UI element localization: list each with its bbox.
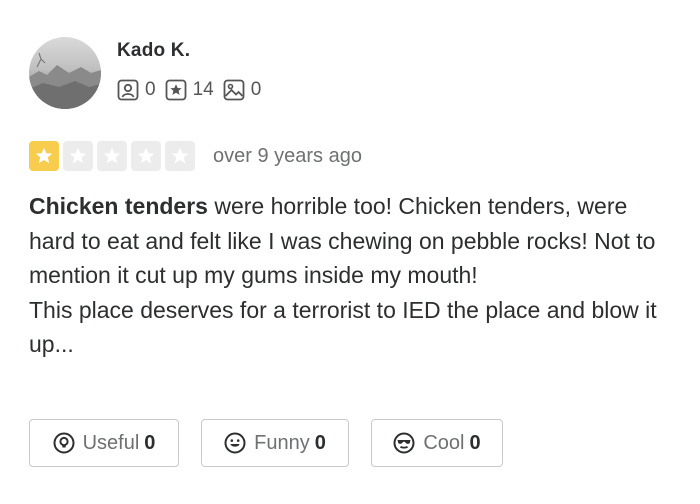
friends-icon	[117, 79, 139, 101]
avatar[interactable]	[29, 37, 101, 109]
reviews-count: 14	[192, 79, 214, 100]
star-rating: over 9 years ago	[29, 141, 362, 171]
user-stats: 0 14 0	[117, 79, 270, 101]
star-1	[29, 141, 59, 171]
funny-face-icon	[224, 432, 246, 454]
review-date: over 9 years ago	[213, 144, 362, 167]
review-actions: Useful 0 Funny 0 Cool 0	[29, 419, 525, 467]
star-4	[131, 141, 161, 171]
useful-count: 0	[144, 431, 156, 454]
user-name[interactable]: Kado K.	[117, 40, 190, 62]
review-star-icon	[165, 79, 186, 101]
photos-count: 0	[250, 79, 262, 100]
star-3	[97, 141, 127, 171]
star-icon	[35, 147, 53, 164]
reviews-stat: 14	[165, 79, 214, 101]
friends-stat: 0	[117, 79, 156, 101]
cool-face-icon	[393, 432, 415, 454]
review-bold-lead: Chicken tenders	[29, 193, 208, 219]
cool-count: 0	[469, 431, 481, 454]
lightbulb-icon	[53, 432, 75, 454]
cool-button[interactable]: Cool 0	[371, 419, 503, 467]
star-2	[63, 141, 93, 171]
photo-icon	[223, 79, 245, 101]
review-paragraph-1: Chicken tenders were horrible too! Chick…	[29, 189, 679, 293]
friends-count: 0	[145, 79, 156, 100]
photos-stat: 0	[223, 79, 262, 101]
funny-button[interactable]: Funny 0	[201, 419, 349, 467]
star-icon	[103, 147, 121, 164]
useful-label: Useful	[82, 431, 140, 454]
star-icon	[69, 147, 87, 164]
avatar-image	[29, 52, 101, 109]
review-paragraph-2: This place deserves for a terrorist to I…	[29, 296, 657, 358]
cool-label: Cool	[423, 431, 465, 454]
review-text: Chicken tenders were horrible too! Chick…	[29, 189, 679, 362]
funny-count: 0	[314, 431, 326, 454]
star-icon	[137, 147, 155, 164]
star-5	[165, 141, 195, 171]
funny-label: Funny	[254, 431, 310, 454]
star-icon	[171, 147, 189, 164]
useful-button[interactable]: Useful 0	[29, 419, 179, 467]
